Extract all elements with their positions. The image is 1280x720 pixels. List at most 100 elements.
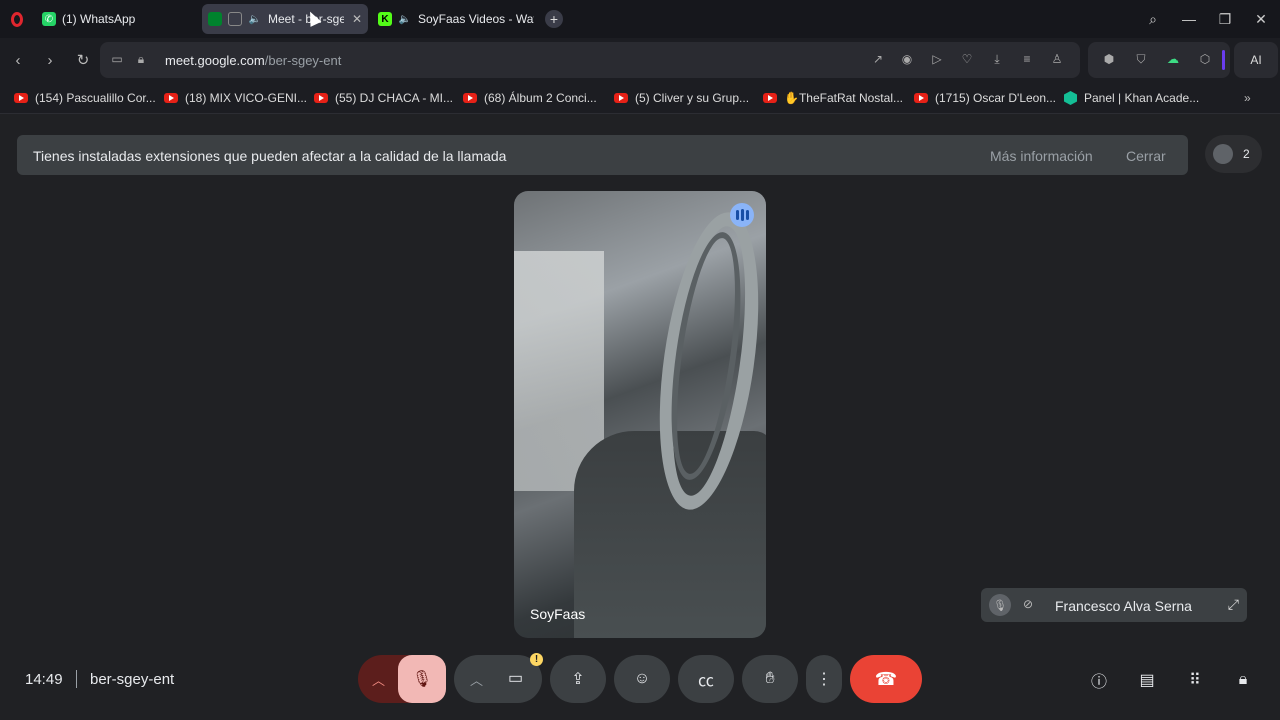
hangup-icon: ☎︎: [874, 668, 898, 689]
camera-off-icon: ⊘: [1023, 597, 1034, 611]
meeting-code: ber-sgey-ent: [90, 671, 175, 688]
download-icon[interactable]: ⤓: [990, 52, 1004, 66]
play-icon[interactable]: ▷: [930, 52, 944, 66]
minimize-icon[interactable]: —: [1171, 0, 1207, 38]
youtube-icon: [914, 93, 928, 103]
activities-button[interactable]: ⠿: [1183, 668, 1207, 692]
tab-label: (1) WhatsApp: [62, 12, 136, 26]
participant-name: SoyFaas: [530, 606, 586, 622]
ai-label: AI: [1250, 53, 1262, 67]
present-screen-button[interactable]: ⇪: [550, 655, 606, 703]
address-bar-row: ‹ › ↻ ▭ 🔒︎ meet.google.com/ber-sgey-ent …: [0, 38, 1280, 82]
speaker-icon[interactable]: 🔈: [248, 12, 262, 26]
reactions-button[interactable]: ☺: [614, 655, 670, 703]
raise-hand-button[interactable]: ✋︎: [742, 655, 798, 703]
participant-video-tile[interactable]: SoyFaas: [514, 191, 766, 638]
chat-icon: ▤: [1139, 672, 1155, 689]
bookmark-item[interactable]: (1715) Oscar D'Leon...: [914, 91, 1056, 105]
youtube-icon: [763, 93, 777, 103]
chat-button[interactable]: ▤: [1135, 668, 1159, 692]
mic-toggle-button[interactable]: 🎙︎: [398, 655, 446, 703]
sidebar-indicator: [1222, 50, 1225, 70]
apps-grid-icon: ⠿: [1189, 672, 1201, 689]
url-field[interactable]: ▭ 🔒︎ meet.google.com/ber-sgey-ent ↗ ◉ ▷ …: [100, 42, 1080, 78]
extensions-warning-banner: Tienes instaladas extensiones que pueden…: [17, 135, 1188, 175]
tab-soyfaas[interactable]: K 🔈 SoyFaas Videos - Watc: [372, 4, 534, 34]
bookmark-item[interactable]: (154) Pascualillo Cor...: [14, 91, 156, 105]
leave-call-button[interactable]: ☎︎: [850, 655, 922, 703]
tab-whatsapp[interactable]: ✆ (1) WhatsApp: [36, 4, 196, 34]
shield-icon[interactable]: ⛉: [1134, 52, 1148, 66]
google-meet-icon: [208, 12, 222, 26]
bookmark-item[interactable]: Panel | Khan Acade...: [1064, 91, 1199, 105]
mic-off-icon: 🎙︎: [989, 594, 1011, 616]
snapshot-icon[interactable]: ◉: [900, 52, 914, 66]
share-icon[interactable]: ↗: [871, 52, 885, 66]
profile-icon[interactable]: ♙: [1050, 52, 1064, 66]
mic-off-icon: 🎙︎: [411, 671, 433, 688]
vpn-icon[interactable]: ☁: [1166, 52, 1180, 66]
easy-setup-icon[interactable]: ≡: [1020, 52, 1034, 66]
youtube-icon: [314, 93, 328, 103]
extension-icon[interactable]: ⬢: [1102, 52, 1116, 66]
more-vert-icon: ⋮: [816, 671, 832, 688]
back-icon[interactable]: ‹: [8, 50, 28, 70]
bookmark-item[interactable]: (68) Álbum 2 Conci...: [463, 91, 597, 105]
bookmark-item[interactable]: ✋TheFatRat Nostal...: [763, 91, 903, 105]
meet-stage: Tienes instaladas extensiones que pueden…: [0, 115, 1280, 720]
forward-icon[interactable]: ›: [40, 50, 60, 70]
youtube-icon: [463, 93, 477, 103]
speaker-icon[interactable]: 🔈: [398, 12, 412, 26]
more-info-link[interactable]: Más información: [990, 148, 1093, 164]
kick-icon: K: [378, 12, 392, 26]
avatar: [1213, 144, 1233, 164]
youtube-icon: [614, 93, 628, 103]
warning-badge: !: [530, 653, 543, 666]
cube-icon[interactable]: ⬡: [1198, 52, 1212, 66]
camera-options-chevron-icon[interactable]: ︿: [470, 670, 483, 689]
bookmark-item[interactable]: (55) DJ CHACA - MI...: [314, 91, 453, 105]
tab-meet[interactable]: 🔈 Meet - ber-sge ✕: [202, 4, 368, 34]
close-banner-button[interactable]: Cerrar: [1126, 148, 1166, 164]
camera-toggle-button[interactable]: ▭: [508, 668, 523, 688]
more-options-button[interactable]: ⋮: [806, 655, 842, 703]
divider: [76, 670, 77, 688]
info-icon: ⓘ: [1090, 674, 1107, 691]
khan-icon: [1064, 91, 1077, 105]
tab-group-icon: [228, 12, 242, 26]
browser-tab-bar: ✆ (1) WhatsApp 🔈 Meet - ber-sge ✕ K 🔈 So…: [0, 0, 1280, 38]
restore-icon[interactable]: ❐: [1207, 0, 1243, 38]
meeting-details-button[interactable]: ⓘ: [1087, 668, 1111, 692]
new-tab-button[interactable]: +: [545, 10, 563, 28]
clock: 14:49: [25, 671, 63, 688]
reload-icon[interactable]: ↻: [73, 50, 93, 70]
aria-ai-button[interactable]: AI: [1234, 42, 1278, 78]
self-view-tile[interactable]: 🎙︎ ⊘ Francesco Alva Serna ⤢: [981, 588, 1247, 622]
more-bookmarks-icon[interactable]: »: [1244, 91, 1251, 105]
youtube-icon: [164, 93, 178, 103]
expand-icon[interactable]: ⤢: [1228, 596, 1239, 613]
lock-icon[interactable]: 🔒︎: [134, 52, 148, 66]
participants-button[interactable]: 2: [1205, 135, 1262, 173]
bookmark-item[interactable]: (5) Cliver y su Grup...: [614, 91, 749, 105]
lock-person-icon: 🔒︎: [1238, 671, 1248, 688]
extensions-group: ⬢ ⛉ ☁ ⬡: [1088, 42, 1230, 78]
self-name: Francesco Alva Serna: [1055, 598, 1192, 614]
bookmarks-bar: (154) Pascualillo Cor... (18) MIX VICO-G…: [0, 82, 1280, 114]
microphone-control: ︿ 🎙︎: [358, 655, 446, 703]
camera-control: ︿ ▭: [454, 655, 542, 703]
search-icon[interactable]: ⌕: [1135, 0, 1171, 38]
opera-logo-icon[interactable]: [0, 0, 34, 38]
host-controls-button[interactable]: 🔒︎: [1231, 668, 1255, 692]
tab-close-icon[interactable]: ✕: [352, 12, 362, 26]
mic-options-chevron-icon[interactable]: ︿: [372, 670, 385, 689]
camera-permission-icon[interactable]: ▭: [110, 52, 124, 66]
youtube-icon: [14, 93, 28, 103]
participant-count: 2: [1243, 147, 1250, 161]
close-window-icon[interactable]: ✕: [1243, 0, 1279, 38]
captions-button[interactable]: ㏄: [678, 655, 734, 703]
tab-label: SoyFaas Videos - Watc: [418, 12, 534, 26]
bookmark-item[interactable]: (18) MIX VICO-GENI...: [164, 91, 307, 105]
present-icon: ⇪: [571, 671, 585, 688]
heart-icon[interactable]: ♡: [960, 52, 974, 66]
